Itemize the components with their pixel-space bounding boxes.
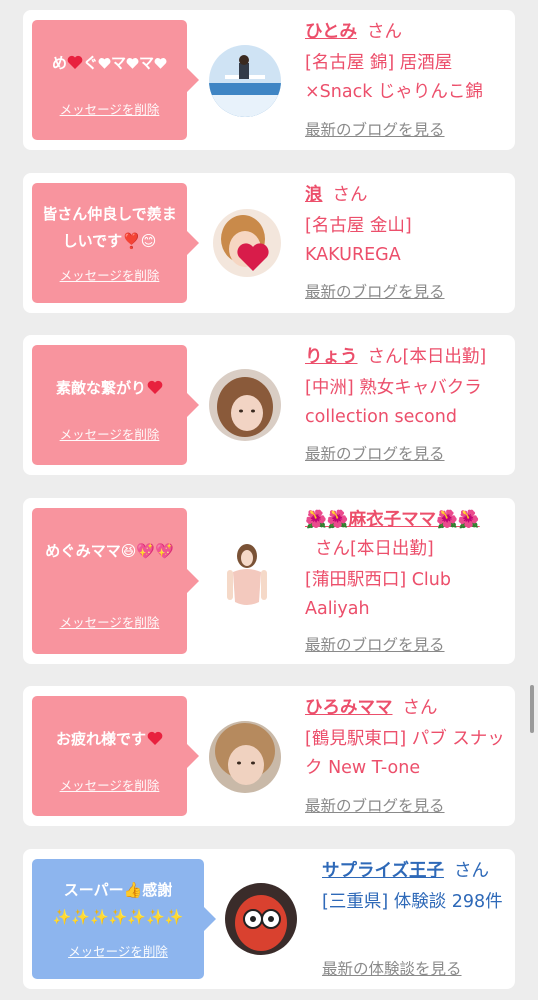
latest-review-link[interactable]: 最新の体験談を見る	[322, 957, 462, 979]
honorific: さん	[367, 347, 403, 367]
message-bubble: お疲れ様です メッセージを削除	[32, 696, 199, 816]
sender-name[interactable]: りょう	[305, 347, 358, 367]
heart-icon	[147, 731, 163, 745]
sender-name[interactable]: 浪	[305, 185, 323, 205]
latest-blog-link[interactable]: 最新のブログを見る	[305, 794, 445, 816]
honorific: さん	[366, 22, 402, 42]
message-text: 素敵な繋がり	[32, 375, 187, 402]
sender-info: 🌺🌺麻衣子ママ🌺🌺 さん[本日出勤] [蒲田駅西口] Club Aaliyah	[305, 506, 507, 624]
latest-blog-link[interactable]: 最新のブログを見る	[305, 280, 445, 302]
sender-info: りょう さん[本日出勤] [中洲] 熟女キャバクラ collection seco…	[305, 343, 507, 432]
message-bubble: スーパー👍感謝✨✨✨✨✨✨✨ メッセージを削除	[32, 859, 216, 979]
shop-name: [蒲田駅西口] Club Aaliyah	[305, 570, 451, 619]
message-bubble: 素敵な繋がり メッセージを削除	[32, 345, 199, 465]
heart-icon	[147, 380, 163, 394]
message-text: お疲れ様です	[32, 726, 187, 753]
delete-message-link[interactable]: メッセージを削除	[32, 612, 187, 631]
honorific: さん	[402, 698, 438, 718]
white-heart-icon	[154, 58, 167, 69]
delete-message-link[interactable]: メッセージを削除	[32, 99, 187, 118]
sender-name[interactable]: サプライズ王子	[322, 861, 444, 881]
white-heart-icon	[98, 58, 111, 69]
honorific: さん	[315, 539, 350, 559]
message-card: お疲れ様です メッセージを削除 ひろみママ さん [鶴見駅東口] パブ スナック …	[23, 686, 515, 826]
message-text: めぐみママ😆💖💖	[45, 542, 174, 560]
shop-name: [名古屋 金山] KAKUREGA	[305, 216, 412, 265]
delete-message-link[interactable]: メッセージを削除	[32, 941, 204, 960]
message-text: 皆さん仲良しで羨ましいです❣️😊	[42, 205, 177, 250]
message-text: めぐママ	[32, 50, 187, 77]
message-card: スーパー👍感謝✨✨✨✨✨✨✨ メッセージを削除 サプライズ王子 さん [三重県] …	[23, 849, 515, 989]
avatar[interactable]	[209, 45, 281, 117]
message-bubble: めぐみママ😆💖💖 メッセージを削除	[32, 508, 199, 654]
latest-blog-link[interactable]: 最新のブログを見る	[305, 118, 445, 140]
delete-message-link[interactable]: メッセージを削除	[32, 265, 187, 284]
honorific: さん	[453, 861, 489, 881]
avatar[interactable]	[209, 721, 281, 793]
shop-name: [三重県] 体験談 298件	[322, 892, 503, 912]
scrollbar[interactable]	[530, 685, 534, 733]
sender-info: ひろみママ さん [鶴見駅東口] パブ スナック New T-one	[305, 694, 507, 783]
sender-name[interactable]: 🌺🌺麻衣子ママ🌺🌺	[305, 510, 480, 530]
sender-name[interactable]: ひろみママ	[305, 698, 393, 718]
latest-blog-link[interactable]: 最新のブログを見る	[305, 633, 445, 655]
shop-name: [名古屋 錦] 居酒屋×Snack じゃりんこ錦	[305, 53, 483, 102]
delete-message-link[interactable]: メッセージを削除	[32, 424, 187, 443]
white-heart-icon	[126, 58, 139, 69]
avatar[interactable]	[209, 369, 281, 441]
message-card: 素敵な繋がり メッセージを削除 りょう さん[本日出勤] [中洲] 熟女キャバクラ…	[23, 335, 515, 475]
status-label: [本日出勤]	[350, 539, 434, 559]
avatar[interactable]	[213, 209, 281, 277]
avatar[interactable]	[213, 542, 281, 622]
latest-blog-link[interactable]: 最新のブログを見る	[305, 442, 445, 464]
message-bubble: めぐママ メッセージを削除	[32, 20, 199, 140]
shop-name: [鶴見駅東口] パブ スナック New T-one	[305, 729, 505, 778]
message-text: スーパー👍感謝✨✨✨✨✨✨✨	[52, 881, 184, 926]
sender-info: 浪さん [名古屋 金山] KAKUREGA	[305, 181, 507, 270]
avatar[interactable]	[225, 883, 297, 955]
sender-info: サプライズ王子 さん [三重県] 体験談 298件	[322, 857, 507, 917]
honorific: さん	[332, 185, 368, 205]
message-bubble: 皆さん仲良しで羨ましいです❣️😊 メッセージを削除	[32, 183, 199, 303]
message-card: めぐみママ😆💖💖 メッセージを削除 🌺🌺麻衣子ママ🌺🌺 さん[本日出勤] [蒲田駅…	[23, 498, 515, 664]
sender-info: ひとみ さん [名古屋 錦] 居酒屋×Snack じゃりんこ錦	[305, 18, 507, 107]
message-card: めぐママ メッセージを削除 ひとみ さん [名古屋 錦] 居酒屋×Snack じゃ…	[23, 10, 515, 150]
heart-icon	[67, 55, 83, 69]
status-label: [本日出勤]	[402, 347, 487, 367]
sender-name[interactable]: ひとみ	[305, 22, 357, 42]
message-card: 皆さん仲良しで羨ましいです❣️😊 メッセージを削除 浪さん [名古屋 金山] K…	[23, 173, 515, 313]
shop-name: [中洲] 熟女キャバクラ collection second	[305, 378, 482, 427]
delete-message-link[interactable]: メッセージを削除	[32, 775, 187, 794]
